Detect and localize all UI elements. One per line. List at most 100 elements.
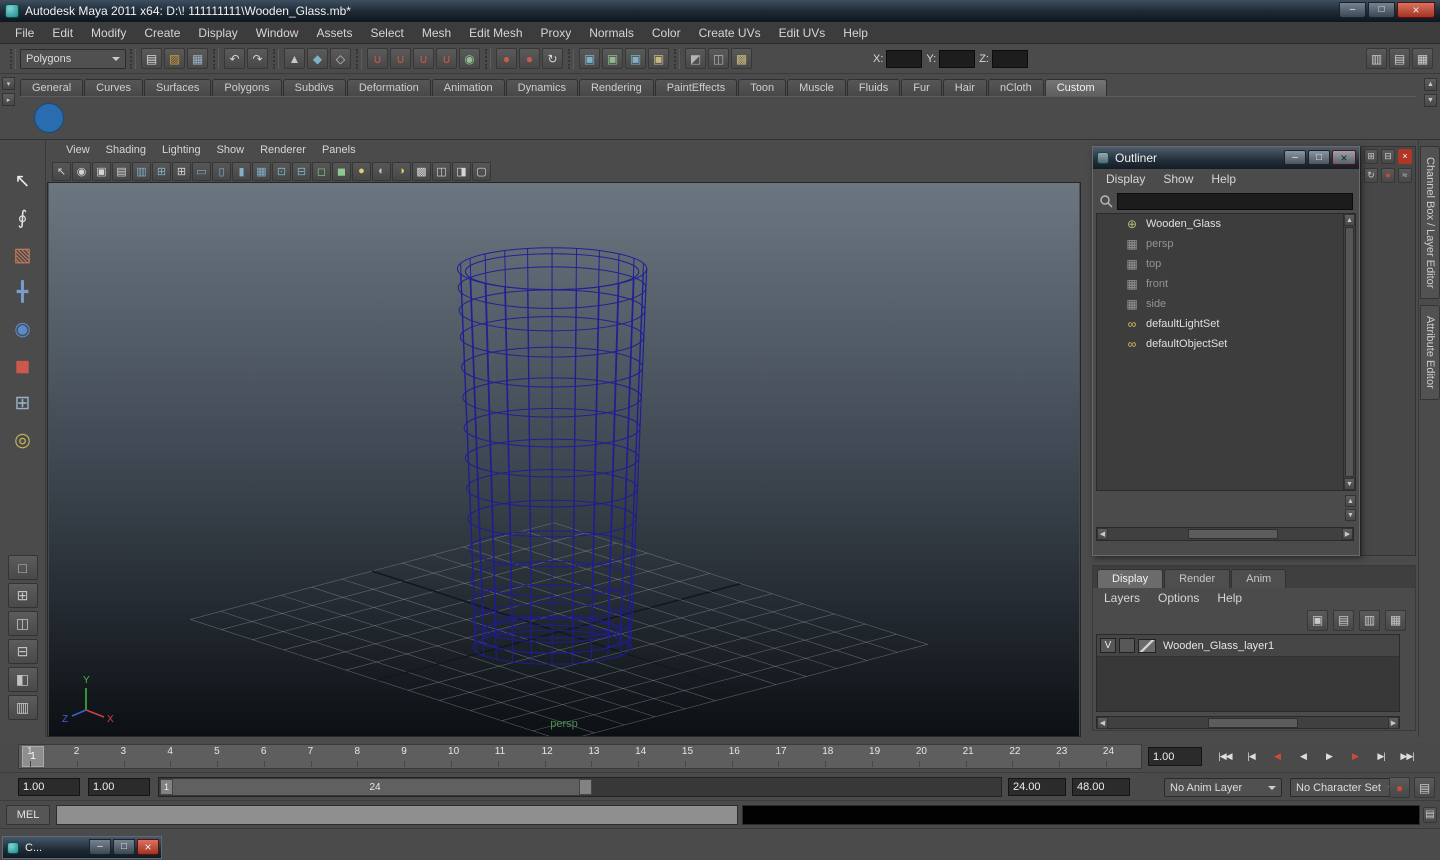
scroll-down-icon[interactable]: ▼: [1345, 509, 1356, 521]
menu-edit-mesh[interactable]: Edit Mesh: [460, 22, 531, 44]
new-scene-icon[interactable]: ▤: [141, 48, 162, 69]
select-by-object-icon[interactable]: ◆: [307, 48, 328, 69]
shelf-tab-ncloth[interactable]: nCloth: [987, 79, 1044, 96]
shelf-tab-general[interactable]: General: [20, 79, 84, 96]
key-channel-icon[interactable]: ●: [1381, 168, 1395, 183]
lock-camera-icon[interactable]: ◉: [72, 161, 91, 181]
menu-assets[interactable]: Assets: [307, 22, 361, 44]
shelf-tab-animation[interactable]: Animation: [431, 79, 505, 96]
script-editor-icon[interactable]: ▤: [1423, 807, 1437, 823]
wireframe-display-icon[interactable]: ◫: [432, 161, 451, 181]
select-camera-icon[interactable]: ↖: [52, 161, 71, 181]
taskwin-close-button[interactable]: ×: [137, 839, 159, 855]
scroll-left-icon[interactable]: ◀: [1097, 716, 1108, 729]
outliner-item-defaultobjectset[interactable]: ∞ defaultObjectSet: [1097, 334, 1343, 354]
xray-display-icon[interactable]: ◨: [452, 161, 471, 181]
output-connections-icon[interactable]: ●: [519, 48, 540, 69]
textured-display-icon[interactable]: ▩: [412, 161, 431, 181]
scale-tool-icon[interactable]: ◼: [6, 349, 40, 383]
scroll-right-icon[interactable]: ▶: [1342, 528, 1353, 540]
outliner-horizontal-scrollbar[interactable]: ◀ ▶: [1096, 527, 1354, 541]
step-forward-key-button[interactable]: ▶: [1342, 745, 1368, 767]
shelf-tab-dynamics[interactable]: Dynamics: [505, 79, 578, 96]
snap-to-curve-icon[interactable]: ∪: [390, 48, 411, 69]
polysphere-shelf-item[interactable]: [34, 102, 64, 133]
channel-box-toggle-icon[interactable]: ▦: [1412, 48, 1433, 69]
input-connections-icon[interactable]: ●: [496, 48, 517, 69]
make-live-icon[interactable]: ◉: [459, 48, 480, 69]
layer-tab-render[interactable]: Render: [1164, 569, 1231, 588]
shelf-tab-fluids[interactable]: Fluids: [846, 79, 901, 96]
panel-menu-shading[interactable]: Shading: [98, 139, 154, 161]
close-pane-icon[interactable]: ×: [1398, 149, 1412, 164]
outliner-close-button[interactable]: ×: [1332, 150, 1356, 165]
menu-edit-uvs[interactable]: Edit UVs: [770, 22, 835, 44]
sync-channel-icon[interactable]: ↻: [1364, 168, 1378, 183]
menu-edit[interactable]: Edit: [43, 22, 82, 44]
anim-layer-dropdown[interactable]: No Anim Layer: [1164, 778, 1282, 797]
range-start-handle[interactable]: 1: [160, 779, 173, 795]
minimized-window[interactable]: C... – □ ×: [2, 836, 162, 859]
bookmarks-icon[interactable]: ▤: [112, 161, 131, 181]
outliner-item-persp[interactable]: ▦ persp: [1097, 234, 1343, 254]
menu-select[interactable]: Select: [361, 22, 412, 44]
new-layer-from-selected-icon[interactable]: ▦: [1385, 609, 1406, 631]
tear-off-copy-icon[interactable]: ⊟: [1381, 149, 1395, 164]
outliner-minimize-button[interactable]: –: [1284, 150, 1306, 165]
animation-end-field[interactable]: [1072, 778, 1130, 796]
maximize-button[interactable]: □: [1368, 2, 1395, 18]
channel-graph-icon[interactable]: ≈: [1398, 168, 1412, 183]
scroll-up-icon[interactable]: ▲: [1344, 214, 1355, 226]
statusline-handle[interactable]: [10, 48, 16, 69]
hypershade-icon[interactable]: ◩: [685, 48, 706, 69]
new-layer-icon[interactable]: ▥: [1359, 609, 1380, 631]
side-tab-channel-box-layer-editor[interactable]: Channel Box / Layer Editor: [1420, 146, 1440, 300]
two-d-pan-zoom-icon[interactable]: ⊞: [152, 161, 171, 181]
shelf-scroll-down-icon[interactable]: ▼: [1424, 94, 1437, 107]
step-back-key-button[interactable]: ◀: [1264, 745, 1290, 767]
panel-menu-lighting[interactable]: Lighting: [154, 139, 209, 161]
shelf-tab-fur[interactable]: Fur: [901, 79, 942, 96]
scroll-down-icon[interactable]: ▼: [1344, 478, 1355, 490]
select-by-component-icon[interactable]: ◇: [330, 48, 351, 69]
frame-selection-icon[interactable]: ◼: [332, 161, 351, 181]
play-forwards-button[interactable]: ▶: [1316, 745, 1342, 767]
range-slider-track[interactable]: 1 24: [158, 777, 1002, 797]
animation-preferences-icon[interactable]: ▤: [1414, 777, 1435, 798]
outliner-item-defaultlightset[interactable]: ∞ defaultLightSet: [1097, 314, 1343, 334]
step-back-frame-button[interactable]: |◀: [1238, 745, 1264, 767]
outliner-menu-display[interactable]: Display: [1097, 168, 1154, 190]
single-pane-layout-icon[interactable]: □: [7, 555, 38, 580]
ipr-render-icon[interactable]: ▣: [625, 48, 646, 69]
layer-row[interactable]: V Wooden_Glass_layer1: [1097, 635, 1399, 657]
snap-to-view-plane-icon[interactable]: ∪: [436, 48, 457, 69]
menu-help[interactable]: Help: [834, 22, 877, 44]
film-gate-icon[interactable]: ▭: [192, 161, 211, 181]
paint-selection-tool-icon[interactable]: ▧: [6, 238, 40, 272]
menu-create-uvs[interactable]: Create UVs: [690, 22, 770, 44]
step-forward-frame-button[interactable]: ▶|: [1368, 745, 1394, 767]
outliner-titlebar[interactable]: Outliner – □ ×: [1093, 147, 1359, 169]
snap-to-point-icon[interactable]: ∪: [413, 48, 434, 69]
safe-action-icon[interactable]: ⊡: [272, 161, 291, 181]
soft-modification-icon[interactable]: ◎: [6, 423, 40, 457]
shelf-menu-icon[interactable]: ▾: [2, 77, 15, 90]
outliner-item-top[interactable]: ▦ top: [1097, 254, 1343, 274]
shelf-tab-arrow-icon[interactable]: ▸: [2, 93, 15, 106]
camera-attributes-icon[interactable]: ▣: [92, 161, 111, 181]
layer-horizontal-scrollbar[interactable]: ◀ ▶: [1096, 716, 1400, 729]
image-plane-icon[interactable]: ▥: [132, 161, 151, 181]
auto-keyframe-icon[interactable]: ●: [1389, 777, 1410, 798]
gate-mask-icon[interactable]: ▮: [232, 161, 251, 181]
shelf-scroll-up-icon[interactable]: ▲: [1424, 78, 1437, 91]
select-tool-icon[interactable]: ↖: [6, 164, 40, 198]
scrollbar-thumb[interactable]: [1345, 227, 1354, 477]
minimize-button[interactable]: –: [1339, 2, 1366, 18]
select-by-hierarchy-icon[interactable]: ▲: [284, 48, 305, 69]
current-time-field[interactable]: [1148, 747, 1202, 766]
edit-layer-icon[interactable]: ▣: [1307, 609, 1328, 631]
move-tool-icon[interactable]: ╋: [6, 275, 40, 309]
command-output[interactable]: [742, 805, 1420, 825]
shelf-tab-muscle[interactable]: Muscle: [787, 79, 846, 96]
new-empty-layer-icon[interactable]: ▤: [1333, 609, 1354, 631]
